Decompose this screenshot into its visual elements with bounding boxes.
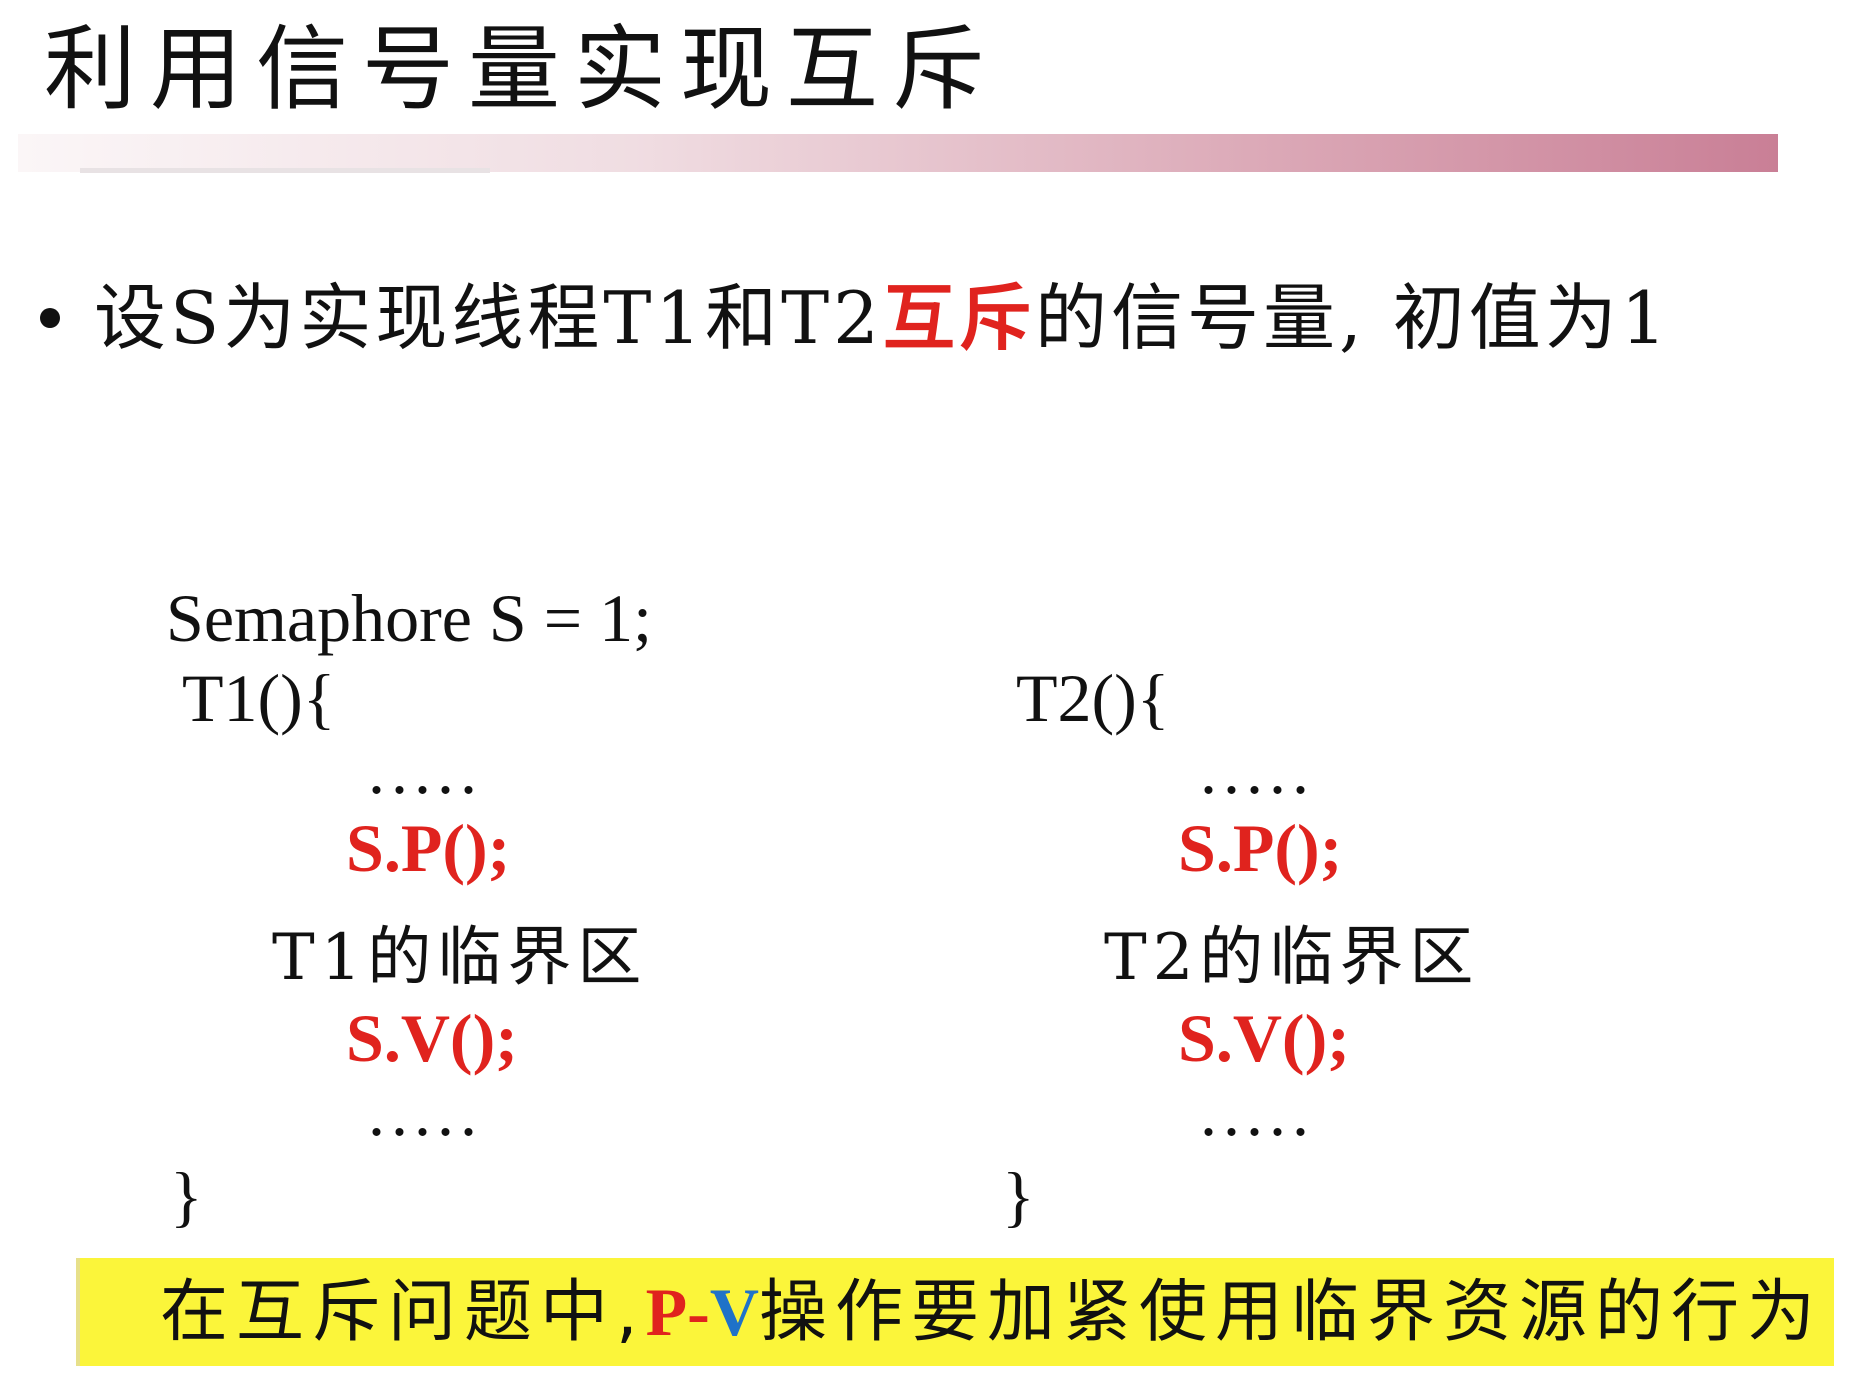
- t2-closing-brace: }: [1002, 1158, 1035, 1234]
- bullet-highlight: 互斥: [883, 275, 1036, 360]
- title-underline-bar: [18, 134, 1778, 172]
- t1-header: T1(){: [182, 660, 336, 736]
- bullet-dot-icon: [40, 308, 60, 328]
- note-prefix: 在互斥问题中,: [160, 1273, 646, 1352]
- t2-critical-section: T2的临界区: [1104, 921, 1480, 995]
- t1-dots-before: .....: [368, 732, 483, 808]
- note-text: 在互斥问题中,P-V操作要加紧使用临界资源的行为: [160, 1262, 1823, 1363]
- note-box: 在互斥问题中,P-V操作要加紧使用临界资源的行为: [76, 1258, 1834, 1366]
- t1-closing-brace: }: [170, 1158, 203, 1234]
- semaphore-declaration: Semaphore S = 1;: [166, 580, 652, 656]
- bullet-prefix: 设S为实现线程T1和T2: [94, 276, 883, 360]
- t1-p-operation: S.P();: [346, 810, 511, 886]
- bullet-point: 设S为实现线程T1和T2互斥的信号量, 初值为1: [40, 268, 1671, 368]
- t1-v-operation: S.V();: [346, 1000, 518, 1076]
- t2-dots-after: .....: [1200, 1074, 1315, 1150]
- slide-title: 利用信号量实现互斥: [44, 16, 999, 123]
- title-bar-shadow: [80, 168, 490, 173]
- t2-dots-before: .....: [1200, 732, 1315, 808]
- note-suffix: 操作要加紧使用临界资源的行为: [758, 1273, 1823, 1352]
- t2-p-operation: S.P();: [1178, 810, 1343, 886]
- t1-dots-after: .....: [368, 1074, 483, 1150]
- t2-v-operation: S.V();: [1178, 1000, 1350, 1076]
- note-dash: -: [687, 1274, 710, 1350]
- note-p: P: [645, 1274, 688, 1350]
- bullet-suffix: 的信号量, 初值为1: [1035, 276, 1671, 360]
- t1-critical-section: T1的临界区: [272, 921, 648, 995]
- note-v: V: [709, 1274, 759, 1350]
- t2-header: T2(){: [1016, 660, 1170, 736]
